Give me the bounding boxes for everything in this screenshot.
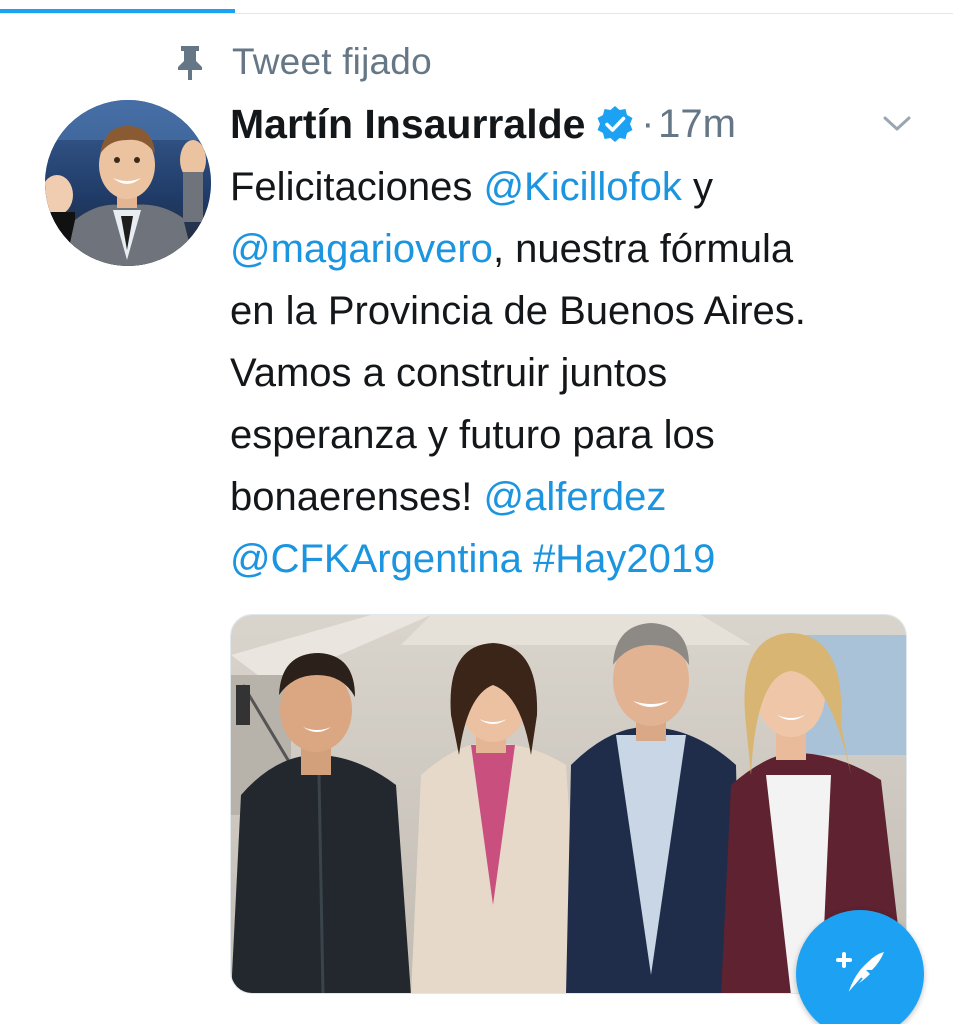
verified-badge-icon xyxy=(595,104,635,144)
tweet-text-line: bonaerenses! @alferdez xyxy=(230,466,930,528)
tweet-screen: Tweet fijado Martín Insaurralde · 17m Fe… xyxy=(0,0,953,1024)
author-avatar[interactable] xyxy=(45,100,211,266)
tweet-text-segment: bonaerenses! xyxy=(230,475,484,519)
tweet-text: Felicitaciones @Kicillofok y @magariovero… xyxy=(230,156,930,590)
hashtag-link[interactable]: #Hay2019 xyxy=(533,537,715,581)
tweet-text-line: @magariovero, nuestra fórmula xyxy=(230,218,930,280)
tweet-header: Martín Insaurralde · 17m xyxy=(230,96,736,152)
mention-link[interactable]: @alferdez xyxy=(484,475,667,519)
tweet-text-line: esperanza y futuro para los xyxy=(230,404,930,466)
tweet-text-line: @CFKArgentina #Hay2019 xyxy=(230,528,930,590)
tweet-text-segment: Vamos a construir juntos xyxy=(230,351,668,395)
active-tab-indicator xyxy=(0,9,235,13)
mention-link[interactable]: @Kicillofok xyxy=(483,165,681,209)
mention-link[interactable]: @CFKArgentina xyxy=(230,537,522,581)
tweet-text-line: Felicitaciones @Kicillofok y xyxy=(230,156,930,218)
tweet-text-line: Vamos a construir juntos xyxy=(230,342,930,404)
tweet-text-segment: , nuestra fórmula xyxy=(492,227,794,271)
tweet-text-segment: en la Provincia de Buenos Aires. xyxy=(230,289,806,333)
pinned-tweet-text: Tweet fijado xyxy=(232,41,432,82)
tweet-text-segment: y xyxy=(681,165,713,209)
pin-icon xyxy=(172,42,208,82)
tweet-text-segment: esperanza y futuro para los xyxy=(230,413,715,457)
tweet-text-segment xyxy=(522,537,533,581)
author-name[interactable]: Martín Insaurralde xyxy=(230,101,585,148)
tweet-timestamp[interactable]: 17m xyxy=(658,102,736,147)
tweet-text-segment: Felicitaciones xyxy=(230,165,484,209)
compose-tweet-icon xyxy=(828,940,892,1009)
mention-link[interactable]: @magariovero xyxy=(230,227,493,271)
header-separator: · xyxy=(641,102,655,145)
tweet-text-line: en la Provincia de Buenos Aires. xyxy=(230,280,930,342)
chevron-down-icon[interactable] xyxy=(880,110,914,136)
tweet-photo[interactable] xyxy=(230,614,907,994)
pinned-tweet-label-row: Tweet fijado xyxy=(172,40,432,84)
tab-bar-divider xyxy=(0,13,953,14)
